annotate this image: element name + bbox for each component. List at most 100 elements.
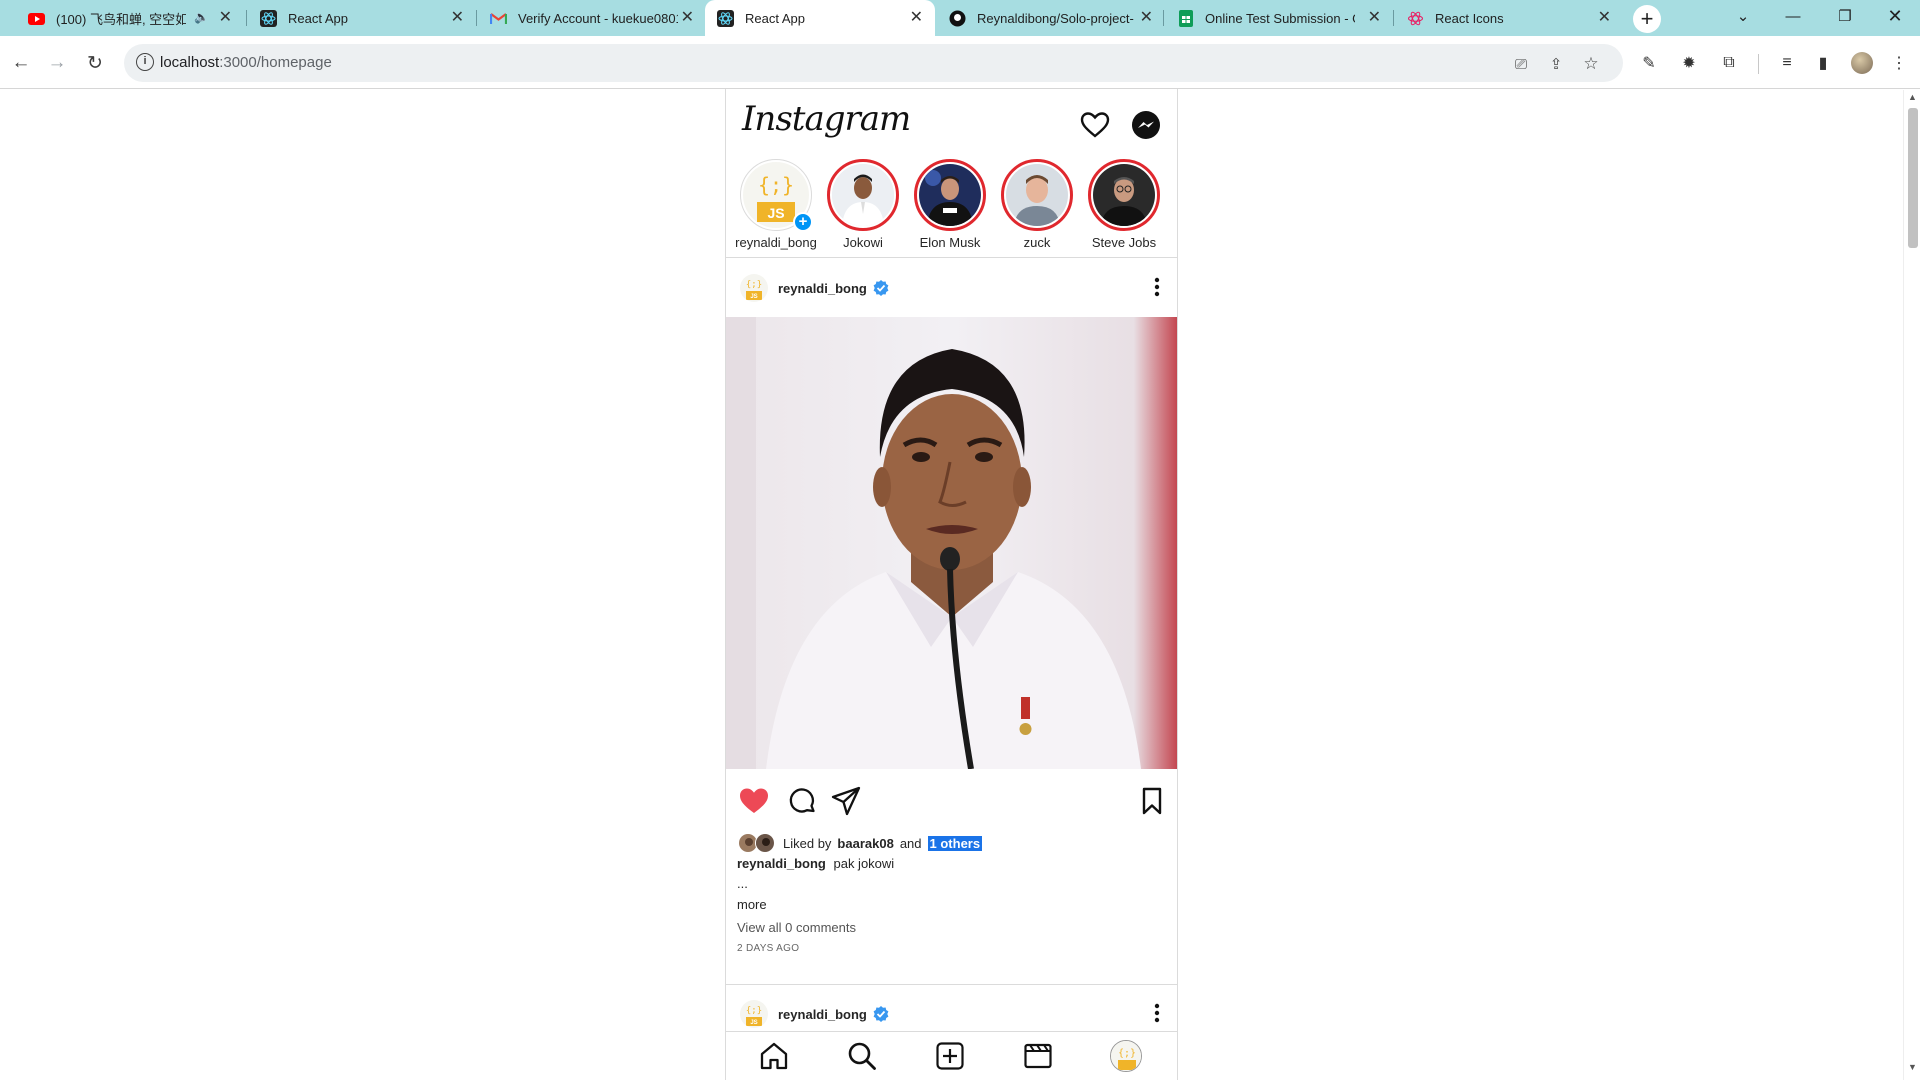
close-icon[interactable]: ✕ (681, 9, 694, 26)
maximize-button[interactable]: ❐ (1822, 0, 1868, 32)
new-tab-button[interactable]: + (1633, 5, 1661, 33)
puzzle-extensions-icon[interactable]: ⧉ (1716, 50, 1742, 76)
likes-row: Liked by baarak08 and 1 others (738, 831, 983, 855)
instagram-app: Instagram {;} JS + reynaldi_bong Jokowi E… (725, 89, 1178, 1080)
bottom-navigation: {;} (726, 1031, 1177, 1080)
story-zuck[interactable]: zuck (994, 159, 1080, 250)
close-icon[interactable]: ✕ (1368, 9, 1381, 26)
side-panel-icon[interactable]: ▮ (1810, 50, 1836, 76)
caption-more-link[interactable]: more (737, 897, 767, 912)
close-icon[interactable]: ✕ (1598, 9, 1611, 26)
tab-search-icon[interactable]: ⌄ (1720, 0, 1766, 32)
svg-text:{;}: {;} (746, 280, 762, 290)
eyedropper-extension-icon[interactable]: ✎ (1636, 50, 1662, 76)
reels-icon[interactable] (1022, 1040, 1054, 1072)
more-options-icon[interactable] (1149, 1001, 1165, 1025)
post-avatar[interactable]: {;} JS (740, 1000, 768, 1028)
tab-title: React Icons (1435, 10, 1504, 26)
tab-title: React App (288, 10, 348, 26)
tab-title: React App (745, 10, 805, 26)
story-name: Elon Musk (919, 235, 981, 250)
post-username[interactable]: reynaldi_bong (778, 1007, 867, 1022)
sheets-icon (1177, 10, 1194, 27)
create-post-icon[interactable] (934, 1040, 966, 1072)
scroll-up-icon[interactable]: ▲ (1908, 92, 1917, 102)
story-own[interactable]: {;} JS + reynaldi_bong (733, 159, 819, 250)
install-app-icon[interactable]: ⎚ (1510, 53, 1532, 75)
forward-button[interactable]: → (44, 50, 70, 76)
tab-react-app-1[interactable]: React App ✕ (248, 0, 476, 36)
close-icon[interactable]: ✕ (451, 9, 464, 26)
story-name: zuck (1023, 235, 1051, 250)
react-icon (260, 10, 277, 27)
story-avatar-zuck (1006, 164, 1068, 226)
tab-react-app-active[interactable]: React App ✕ (705, 0, 935, 36)
tab-title: Verify Account - kuekue0801 (518, 10, 678, 26)
bookmark-star-icon[interactable]: ☆ (1580, 53, 1602, 75)
back-button[interactable]: ← (8, 50, 34, 76)
tab-react-icons[interactable]: React Icons ✕ (1395, 0, 1623, 36)
story-name: Steve Jobs (1091, 235, 1157, 250)
svg-text:{;}: {;} (746, 1006, 762, 1016)
svg-text:JS: JS (767, 205, 784, 221)
tab-title: (100) 飞鸟和蝉, 空空如也 (56, 11, 186, 27)
post-actions (726, 779, 1177, 823)
messenger-icon[interactable] (1130, 109, 1162, 141)
story-steve-jobs[interactable]: Steve Jobs (1081, 159, 1167, 250)
tab-sheets[interactable]: Online Test Submission - Go ✕ (1165, 0, 1393, 36)
caption-username[interactable]: reynaldi_bong (737, 856, 826, 871)
svg-text:{;}: {;} (1118, 1048, 1136, 1059)
share-icon[interactable]: ⇪ (1545, 53, 1567, 75)
like-heart-filled-icon[interactable] (738, 785, 770, 817)
close-icon[interactable]: ✕ (219, 9, 232, 26)
tab-github[interactable]: Reynaldibong/Solo-project- ✕ (937, 0, 1165, 36)
tab-gmail[interactable]: Verify Account - kuekue0801 ✕ (478, 0, 706, 36)
window-close-button[interactable]: ✕ (1872, 0, 1918, 32)
post-username[interactable]: reynaldi_bong (778, 281, 867, 296)
svg-text:JS: JS (750, 294, 757, 300)
reload-button[interactable]: ↻ (82, 50, 108, 76)
search-icon[interactable] (846, 1040, 878, 1072)
instagram-logo[interactable]: Instagram (742, 99, 911, 139)
story-name: Jokowi (843, 235, 883, 250)
story-elon-musk[interactable]: Elon Musk (907, 159, 993, 250)
comment-icon[interactable] (786, 785, 818, 817)
svg-text:JS: JS (750, 1020, 757, 1026)
post-image[interactable] (726, 317, 1177, 769)
close-icon[interactable]: ✕ (1140, 9, 1153, 26)
add-story-plus-icon[interactable]: + (793, 212, 813, 232)
app-header: Instagram (726, 89, 1177, 155)
media-control-icon[interactable]: ≡ (1774, 50, 1800, 76)
view-comments-link[interactable]: View all 0 comments (737, 920, 856, 935)
close-icon[interactable]: ✕ (910, 9, 923, 26)
post-caption: reynaldi_bong pak jokowi (737, 856, 894, 871)
liked-by-user[interactable]: baarak08 (837, 836, 893, 851)
bookmark-icon[interactable] (1136, 785, 1168, 817)
minimize-button[interactable]: — (1770, 0, 1816, 32)
share-paper-plane-icon[interactable] (830, 785, 862, 817)
address-bar[interactable]: i localhost:3000/homepage ⎚ ⇪ ☆ (124, 44, 1623, 82)
tab-youtube[interactable]: (100) 飞鸟和蝉, 空空如也 🔈 ✕ (16, 0, 244, 36)
react-icons-icon (1407, 10, 1424, 27)
likes-others-link[interactable]: 1 others (927, 835, 983, 851)
more-options-icon[interactable] (1149, 275, 1165, 299)
url-text[interactable]: localhost:3000/homepage (160, 54, 332, 71)
story-jokowi[interactable]: Jokowi (820, 159, 906, 250)
home-icon[interactable] (758, 1040, 790, 1072)
verified-badge-icon (873, 280, 889, 296)
post-header: {;} JS reynaldi_bong (726, 259, 1177, 317)
liker-avatar-2 (755, 833, 775, 853)
site-info-icon[interactable]: i (136, 53, 154, 71)
menu-kebab-icon[interactable]: ⋮ (1886, 50, 1912, 76)
heart-icon[interactable] (1079, 109, 1111, 141)
stories-row: {;} JS + reynaldi_bong Jokowi Elon Musk z… (726, 159, 1177, 251)
extension-icon[interactable]: ✹ (1676, 50, 1702, 76)
profile-avatar-nav[interactable]: {;} (1110, 1040, 1142, 1072)
profile-avatar[interactable] (1851, 52, 1873, 74)
post-avatar[interactable]: {;} JS (740, 274, 768, 302)
scrollbar-thumb[interactable] (1908, 108, 1918, 248)
scroll-down-icon[interactable]: ▼ (1908, 1062, 1917, 1072)
page-scrollbar[interactable]: ▲ ▼ (1903, 90, 1920, 1080)
speaker-icon[interactable]: 🔈 (194, 10, 209, 24)
github-icon (949, 10, 966, 27)
